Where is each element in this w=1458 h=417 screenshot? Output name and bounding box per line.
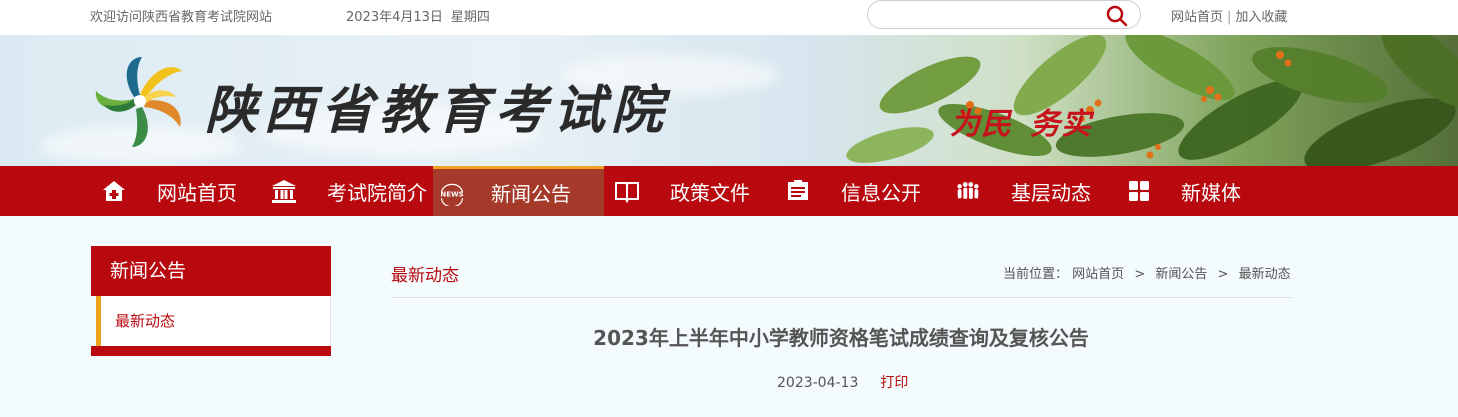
article-date: 2023-04-13 (777, 375, 859, 391)
add-favorite-link[interactable]: 加入收藏 (1235, 10, 1287, 25)
site-name-title: 陕西省教育考试院 (205, 80, 670, 141)
nav-item-disclosure[interactable]: 信息公开 (785, 166, 945, 216)
nav-label: 新闻公告 (491, 182, 571, 206)
nav-item-news[interactable]: NEWS 新闻公告 (433, 166, 604, 216)
print-button[interactable]: 打印 (880, 375, 908, 391)
building-icon (271, 178, 297, 204)
search-box (867, 0, 1141, 29)
sidebar-footer-bar (91, 346, 331, 356)
nav-item-local-news[interactable]: 基层动态 (955, 166, 1115, 216)
breadcrumb-separator: > (1134, 267, 1146, 282)
nav-item-policy[interactable]: 政策文件 (614, 166, 774, 216)
current-date: 2023年4月13日 星期四 (346, 6, 490, 25)
slogan: 为民 务实 (950, 99, 1092, 143)
top-links: 网站首页 | 加入收藏 (1171, 6, 1287, 25)
welcome-text: 欢迎访问陕西省教育考试院网站 (90, 10, 273, 25)
site-logo (95, 57, 182, 147)
weekday-text: 星期四 (450, 10, 490, 25)
article-title: 2023年上半年中小学教师资格笔试成绩查询及复核公告 (593, 326, 1089, 350)
people-icon (955, 178, 981, 204)
slogan-part-2: 务实 (1030, 107, 1092, 142)
nav-item-new-media[interactable]: 新媒体 (1126, 166, 1286, 216)
breadcrumb-home[interactable]: 网站首页 (1072, 267, 1124, 282)
slogan-part-1: 为民 (950, 107, 1012, 142)
search-icon[interactable] (1106, 5, 1128, 27)
top-bar: 欢迎访问陕西省教育考试院网站 2023年4月13日 星期四 网站首页 | 加入收藏 (0, 0, 1458, 35)
sidebar-title: 新闻公告 (91, 246, 331, 296)
link-separator: | (1227, 10, 1232, 25)
nav-label: 基层动态 (1011, 180, 1091, 205)
date-text: 2023年4月13日 (346, 10, 443, 25)
home-icon (101, 178, 127, 204)
sidebar: 新闻公告 最新动态 (91, 246, 331, 356)
news-icon: NEWS (439, 180, 465, 206)
divider (391, 297, 1291, 298)
document-icon (785, 178, 811, 204)
content-area: 新闻公告 最新动态 最新动态 当前位置： 网站首页 > 新闻公告 > 最新动态 … (0, 216, 1458, 417)
breadcrumb: 当前位置： 网站首页 > 新闻公告 > 最新动态 (1003, 263, 1291, 282)
breadcrumb-separator: > (1217, 267, 1229, 282)
main-nav: 网站首页 考试院简介 NEWS 新闻公告 政策文件 信息公开 基层动态 新媒体 (0, 166, 1458, 216)
osmanthus-leaves-image (846, 35, 1458, 166)
news-icon-text: NEWS (440, 190, 463, 198)
nav-label: 考试院简介 (327, 180, 427, 205)
nav-label: 信息公开 (841, 180, 921, 205)
search-input[interactable] (882, 6, 1102, 24)
article-meta: 2023-04-13 打印 (777, 372, 908, 392)
sidebar-item-latest[interactable]: 最新动态 (96, 296, 331, 346)
breadcrumb-latest[interactable]: 最新动态 (1239, 267, 1291, 282)
nav-item-home[interactable]: 网站首页 (101, 166, 261, 216)
home-link[interactable]: 网站首页 (1171, 10, 1223, 25)
nav-label: 网站首页 (157, 180, 237, 205)
section-title: 最新动态 (391, 266, 459, 286)
grid-icon (1126, 178, 1152, 204)
site-banner: 陕西省教育考试院 为民 务实 (0, 35, 1458, 166)
book-icon (614, 178, 640, 204)
nav-label: 新媒体 (1181, 180, 1241, 205)
nav-item-about[interactable]: 考试院简介 (271, 166, 431, 216)
breadcrumb-news[interactable]: 新闻公告 (1155, 267, 1207, 282)
breadcrumb-prefix: 当前位置： (1003, 267, 1069, 282)
nav-label: 政策文件 (670, 180, 750, 205)
